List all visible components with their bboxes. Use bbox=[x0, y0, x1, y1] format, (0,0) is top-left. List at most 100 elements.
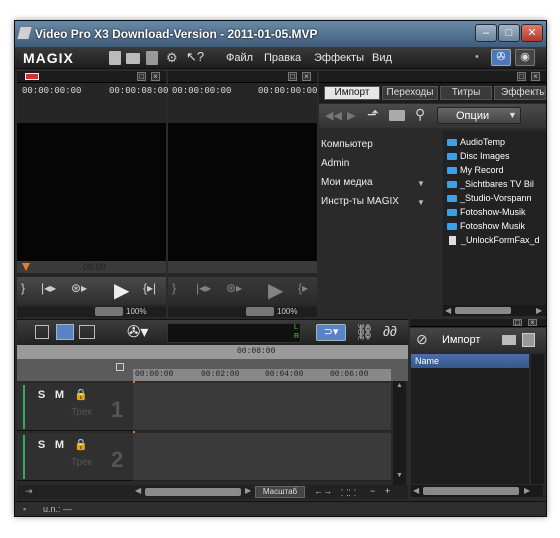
tab-import[interactable]: Импорт bbox=[324, 86, 380, 100]
media-pool-restore[interactable]: □ bbox=[517, 72, 526, 81]
maximize-button[interactable]: □ bbox=[498, 24, 520, 42]
monitor-right-close[interactable]: × bbox=[302, 72, 311, 81]
scroll-right-icon[interactable]: ▶ bbox=[536, 306, 542, 315]
monitor-left-scrubber[interactable]: 08:00 bbox=[17, 261, 166, 273]
play-button[interactable]: ▶ bbox=[268, 278, 283, 303]
menu-view[interactable]: Вид bbox=[372, 52, 392, 64]
monitor-right-scrubber[interactable] bbox=[168, 261, 317, 273]
lock-icon[interactable]: 🔒 bbox=[74, 388, 88, 401]
back-icon[interactable]: ◀◀ bbox=[325, 109, 342, 122]
scroll-left-icon[interactable]: ◀ bbox=[445, 306, 451, 315]
media-pool-close[interactable]: × bbox=[531, 72, 540, 81]
storyboard-mode-icon[interactable] bbox=[35, 325, 49, 339]
next-marker-icon[interactable]: {▸ bbox=[298, 281, 308, 295]
import-vscroll[interactable] bbox=[531, 354, 544, 484]
list-item[interactable]: My Record bbox=[447, 163, 546, 177]
next-marker-icon[interactable]: {▸| bbox=[143, 281, 156, 295]
folder-icon[interactable] bbox=[502, 335, 516, 345]
options-dropdown[interactable]: Опции ▼ bbox=[437, 107, 521, 124]
prev-marker-icon[interactable]: |◂▸ bbox=[41, 281, 56, 295]
scrollbar-thumb[interactable] bbox=[145, 488, 241, 496]
loop-icon[interactable]: ⊛▸ bbox=[226, 281, 242, 295]
tab-transitions[interactable]: Переходы bbox=[382, 86, 438, 100]
up-folder-icon[interactable]: ⬏ bbox=[367, 106, 379, 123]
zoom-slider[interactable] bbox=[95, 307, 123, 316]
track-lane[interactable] bbox=[133, 433, 391, 481]
timeline-vscroll[interactable]: ▲ ▼ bbox=[393, 381, 406, 485]
tab-titles[interactable]: Титры bbox=[440, 86, 492, 100]
column-header-name[interactable]: Name bbox=[411, 354, 529, 368]
help-icon[interactable]: ↖? bbox=[186, 49, 204, 65]
solo-button[interactable]: S bbox=[36, 389, 47, 401]
import-hscroll[interactable]: ◀ ▶ bbox=[411, 485, 543, 497]
scroll-right-icon[interactable]: ▶ bbox=[245, 486, 251, 495]
zoom-out-icon[interactable]: − bbox=[370, 486, 375, 496]
zoom-in-icon[interactable]: + bbox=[385, 486, 390, 496]
list-item[interactable]: Fotoshow-Musik bbox=[447, 205, 546, 219]
scene-mode-icon[interactable] bbox=[79, 325, 95, 339]
chevron-down-icon[interactable]: ▼ bbox=[417, 179, 425, 188]
open-folder-icon[interactable] bbox=[126, 53, 140, 64]
tree-item-computer[interactable]: Компьютер bbox=[321, 139, 373, 150]
film-mode-icon[interactable]: ✇ bbox=[491, 49, 511, 66]
mark-in-icon[interactable]: } bbox=[21, 281, 25, 295]
minimize-button[interactable]: – bbox=[475, 24, 497, 42]
zoom-full-icon[interactable]: ⸬⸬ bbox=[341, 486, 356, 499]
tree-item-my-media[interactable]: Мои медиа bbox=[321, 177, 373, 188]
monitor-left-restore[interactable]: □ bbox=[137, 72, 146, 81]
import-panel-close[interactable]: × bbox=[528, 319, 537, 327]
list-item[interactable]: _Sichtbares TV Bil bbox=[447, 177, 546, 191]
solo-button[interactable]: S bbox=[36, 439, 47, 451]
scroll-left-icon[interactable]: ◀ bbox=[135, 486, 141, 495]
lock-icon[interactable]: 🔒 bbox=[74, 438, 88, 451]
menu-edit[interactable]: Правка bbox=[264, 52, 301, 64]
menu-file[interactable]: Файл bbox=[226, 52, 253, 64]
scroll-up-icon[interactable]: ▲ bbox=[396, 382, 403, 389]
lock-icon[interactable] bbox=[116, 363, 124, 371]
timeline-mode-icon[interactable] bbox=[56, 324, 74, 340]
zoom-slider[interactable] bbox=[246, 307, 274, 316]
save-icon[interactable] bbox=[522, 333, 535, 347]
scroll-right-icon[interactable]: ▶ bbox=[524, 486, 530, 495]
link-icon[interactable]: ⛓ bbox=[355, 323, 374, 341]
track-add-icon[interactable]: ⇥ bbox=[25, 486, 33, 497]
list-item[interactable]: AudioTemp bbox=[447, 135, 546, 149]
loop-icon[interactable]: ⊛▸ bbox=[71, 281, 87, 295]
tree-item-admin[interactable]: Admin bbox=[321, 158, 349, 169]
import-panel-restore[interactable]: □ bbox=[513, 319, 522, 327]
zoom-fit-icon[interactable]: ←→ bbox=[314, 486, 332, 496]
scrollbar-thumb[interactable] bbox=[455, 307, 511, 314]
settings-icon[interactable]: ⚙ bbox=[166, 50, 178, 66]
mute-button[interactable]: M bbox=[54, 439, 65, 451]
magnet-snap-icon[interactable]: ⊃▾ bbox=[316, 324, 346, 341]
prev-marker-icon[interactable]: |◂▸ bbox=[196, 281, 211, 295]
zoom-dropdown[interactable]: Масштаб bbox=[255, 486, 305, 498]
mark-in-icon[interactable]: } bbox=[172, 281, 176, 295]
tab-effects[interactable]: Эффекты bbox=[494, 86, 546, 100]
file-list-scrollbar[interactable]: ◀ ▶ bbox=[443, 305, 546, 316]
play-button[interactable]: ▶ bbox=[114, 278, 129, 303]
forward-icon[interactable]: ▶ bbox=[347, 109, 355, 122]
scroll-down-icon[interactable]: ▼ bbox=[396, 472, 403, 479]
list-item[interactable]: Disc Images bbox=[447, 149, 546, 163]
monitor-right-restore[interactable]: □ bbox=[288, 72, 297, 81]
playhead-marker-icon[interactable] bbox=[22, 263, 30, 271]
list-item[interactable]: _Studio-Vorspann bbox=[447, 191, 546, 205]
mute-button[interactable]: M bbox=[54, 389, 65, 401]
timeline-ruler[interactable]: 00:00:00 00:02:00 00:04:00 00:06:00 bbox=[133, 369, 391, 381]
monitor-left-close[interactable]: × bbox=[151, 72, 160, 81]
film-reel-icon[interactable]: ✇▾ bbox=[127, 322, 148, 342]
scroll-left-icon[interactable]: ◀ bbox=[413, 486, 419, 495]
search-icon[interactable]: ⚲ bbox=[415, 106, 425, 123]
new-file-icon[interactable] bbox=[109, 51, 121, 65]
menu-effects[interactable]: Эффекты bbox=[314, 52, 364, 64]
tree-item-magix-tools[interactable]: Инстр-ты MAGIX bbox=[321, 196, 399, 207]
save-icon[interactable] bbox=[146, 51, 158, 65]
list-item[interactable]: Fotoshow Musik bbox=[447, 219, 546, 233]
refresh-icon[interactable]: ⊘ bbox=[416, 331, 428, 348]
track-lane[interactable] bbox=[133, 383, 391, 431]
mode-icon[interactable]: ∂∂ bbox=[383, 323, 397, 339]
list-item[interactable]: _UnlockFormFax_d bbox=[447, 233, 546, 247]
scrollbar-thumb[interactable] bbox=[423, 487, 519, 495]
close-button[interactable]: ✕ bbox=[521, 24, 543, 42]
